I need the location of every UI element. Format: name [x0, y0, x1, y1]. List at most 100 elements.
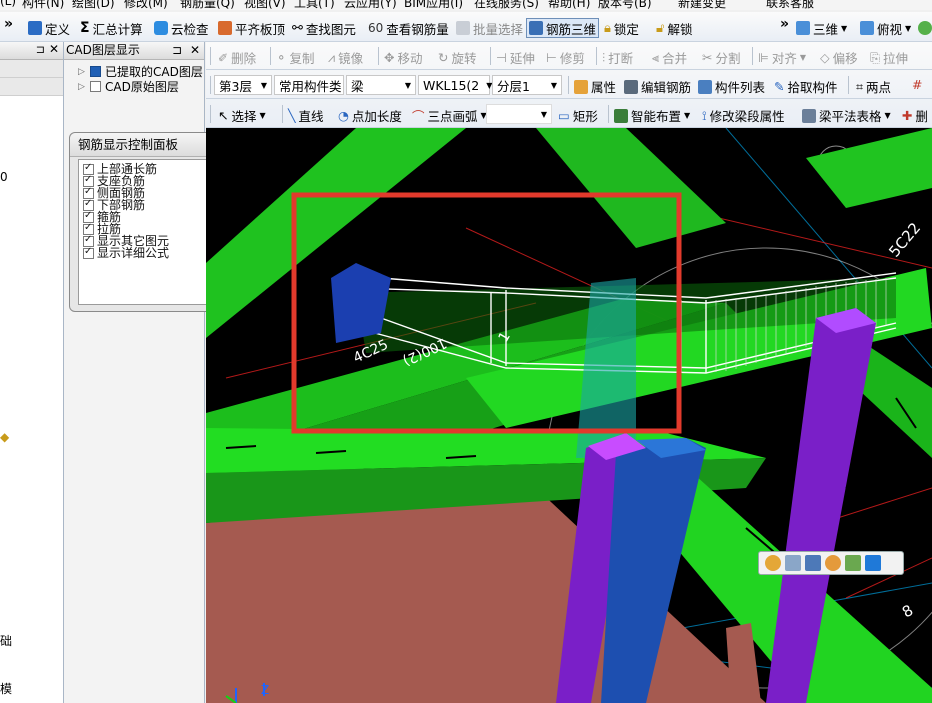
rectangle-button[interactable]: ▭ 矩形: [558, 106, 598, 125]
separator: [378, 47, 379, 65]
line-button[interactable]: ╲ 直线: [288, 106, 324, 125]
main-toolbar: » 定义 Σ 汇总计算 云检查 平齐板顶 ⚯ 查找图元 60 查看钢筋量 批量选择 钢…: [0, 12, 932, 42]
component-list-button[interactable]: 构件列表: [698, 77, 765, 96]
rebar-3d-button[interactable]: 钢筋三维: [526, 18, 600, 38]
3d-viewport[interactable]: 4C25 100(2) 1 5C22 8 Z: [206, 128, 932, 703]
layer-checkbox[interactable]: [90, 66, 101, 77]
pick-component-button[interactable]: ✎ 拾取构件: [774, 77, 838, 96]
properties-button[interactable]: 属性: [574, 77, 616, 96]
mirror-button[interactable]: ⩘ 镜像: [328, 48, 363, 67]
copy-button[interactable]: ⚬ 复制: [276, 48, 315, 67]
menu-item-support[interactable]: 联系客服: [766, 0, 814, 10]
rotate-button[interactable]: ↻ 旋转: [438, 48, 477, 67]
menu-item-view[interactable]: 视图(V): [244, 0, 286, 10]
toolbar-overflow[interactable]: »: [4, 14, 13, 34]
menu-item-bim[interactable]: BIM应用(I): [404, 0, 463, 10]
more-tools-icon[interactable]: [918, 18, 932, 38]
summary-calc-button[interactable]: Σ 汇总计算: [80, 18, 143, 38]
floor-value: 第3层: [219, 78, 252, 94]
two-point-button[interactable]: ⌗ 两点: [856, 77, 891, 96]
sublayer-select[interactable]: 分层1 ▼: [492, 75, 562, 95]
beam-table-dropdown[interactable]: 梁平法表格 ▼: [802, 106, 891, 125]
star-icon[interactable]: [865, 555, 881, 571]
view-rebar-qty-label: 查看钢筋量: [386, 21, 449, 37]
offset-button[interactable]: ◇ 偏移: [820, 48, 858, 67]
3d-view-dropdown[interactable]: 三维 ▼: [796, 18, 847, 38]
point-length-button[interactable]: ◔ 点加长度: [338, 106, 402, 125]
split-button[interactable]: ✂ 分割: [702, 48, 741, 67]
floor-select[interactable]: 第3层 ▼: [214, 75, 272, 95]
add-icon[interactable]: [765, 555, 781, 571]
pin-icon[interactable]: ⊐: [36, 43, 45, 56]
menu-item-l[interactable]: (L): [0, 0, 16, 8]
cad-layer-panel-header: CAD图层显示 ⊐ ✕: [64, 42, 204, 60]
option-label: 显示详细公式: [97, 245, 170, 260]
delete-more-button[interactable]: ✚ 删: [902, 106, 928, 125]
merge-button[interactable]: ⫷ 合并: [652, 48, 687, 67]
option-checkbox[interactable]: [83, 246, 94, 259]
unlock-button[interactable]: 🔓︎ 解锁: [656, 18, 692, 38]
unlock-icon: 🔓︎: [656, 20, 665, 36]
edit-rebar-button[interactable]: 编辑钢筋: [624, 77, 691, 96]
cursor-icon: ↖: [218, 108, 229, 123]
delete-button[interactable]: ✐ 删除: [218, 48, 256, 67]
close-icon[interactable]: ✕: [49, 42, 59, 56]
batch-select-button[interactable]: 批量选择: [456, 18, 523, 38]
menu-item-online[interactable]: 在线服务(S): [474, 0, 539, 10]
draw-toolbar: ↖ 选择 ▼ ╲ 直线 ◔ 点加长度 ⌒ 三点画弧 ▼ ▼ ▭ 矩形 智能布置 ▼ ⟟ 修改梁段属…: [206, 100, 932, 128]
menu-item-new-change[interactable]: 新建变更: [678, 0, 726, 10]
modify-beam-segment-button[interactable]: ⟟ 修改梁段属性: [702, 106, 785, 125]
type-select[interactable]: 梁 ▼: [346, 75, 416, 95]
grid-icon[interactable]: #: [912, 77, 922, 92]
menu-item-rebar-qty[interactable]: 钢筋量(Q): [180, 0, 235, 10]
cad-tree-item-original[interactable]: ▷ CAD原始图层: [78, 79, 203, 94]
trim-button[interactable]: ⊢ 修剪: [546, 48, 585, 67]
monitor-icon[interactable]: [805, 555, 821, 571]
move-button[interactable]: ✥ 移动: [384, 48, 423, 67]
cad-tree-item-label: CAD原始图层: [105, 80, 179, 94]
select-dropdown[interactable]: ↖ 选择 ▼: [218, 106, 266, 125]
menu-item-draw[interactable]: 绘图(D): [72, 0, 115, 10]
three-point-arc-dropdown[interactable]: ⌒ 三点画弧 ▼: [412, 106, 487, 125]
delete-label: 删除: [231, 51, 257, 66]
element-select[interactable]: WKL15(2 ▼: [418, 75, 492, 95]
menu-item-cloud[interactable]: 云应用(Y): [344, 0, 397, 10]
toolbar-overflow-right[interactable]: »: [780, 14, 789, 34]
smart-layout-dropdown[interactable]: 智能布置 ▼: [614, 106, 690, 125]
nav-item-foundation[interactable]: 础: [0, 632, 12, 649]
beam-top-right: [806, 128, 932, 208]
cad-tree-item-extracted[interactable]: ▷ 已提取的CAD图层: [78, 64, 203, 79]
category-value: 常用构件类: [279, 78, 342, 94]
expand-icon[interactable]: ▷: [78, 67, 86, 77]
view-rebar-qty-button[interactable]: 60 查看钢筋量: [368, 18, 449, 38]
layer-checkbox[interactable]: [90, 81, 101, 92]
align-dropdown[interactable]: ⊫ 对齐 ▼: [758, 48, 806, 67]
menu-item-version[interactable]: 版本号(B): [598, 0, 652, 10]
break-button[interactable]: ⫶ 打断: [602, 48, 633, 67]
expand-icon[interactable]: ▷: [78, 82, 86, 92]
stretch-button[interactable]: ⎘ 拉伸: [870, 48, 908, 67]
define-button[interactable]: 定义: [28, 18, 70, 38]
menu-item-help[interactable]: 帮助(H): [548, 0, 590, 10]
align-slab-button[interactable]: 平齐板顶: [218, 18, 285, 38]
cloud-check-button[interactable]: 云检查: [154, 18, 209, 38]
nav-item-fragment[interactable]: 0: [0, 170, 8, 184]
option-label: 箍筋: [97, 209, 122, 224]
cad-pin-icon[interactable]: ⊐: [172, 42, 182, 59]
menu-item-modify[interactable]: 修改(M): [124, 0, 168, 10]
category-select[interactable]: 常用构件类▼: [274, 75, 355, 95]
menu-item-component[interactable]: 构件(N): [22, 0, 64, 10]
save-icon[interactable]: [785, 555, 801, 571]
nav-item-model[interactable]: 模: [0, 680, 12, 697]
properties-label: 属性: [591, 80, 617, 95]
lock-button[interactable]: 🔒︎ 锁定: [604, 18, 639, 38]
top-view-dropdown[interactable]: 俯视 ▼: [860, 18, 911, 38]
palette-icon[interactable]: [825, 555, 841, 571]
edit-toolbar: ✐ 删除 ⚬ 复制 ⩘ 镜像 ✥ 移动 ↻ 旋转 ⊣ 延伸 ⊢ 修剪 ⫶ 打断 ⫷ 合并 ✂ 分割 …: [206, 42, 932, 70]
extend-button[interactable]: ⊣ 延伸: [496, 48, 535, 67]
arc-option-select[interactable]: ▼: [486, 104, 552, 124]
find-element-button[interactable]: ⚯ 查找图元: [292, 18, 356, 38]
menu-item-tools[interactable]: 工具(T): [294, 0, 335, 10]
cad-close-icon[interactable]: ✕: [190, 42, 200, 59]
layers-icon[interactable]: [845, 555, 861, 571]
